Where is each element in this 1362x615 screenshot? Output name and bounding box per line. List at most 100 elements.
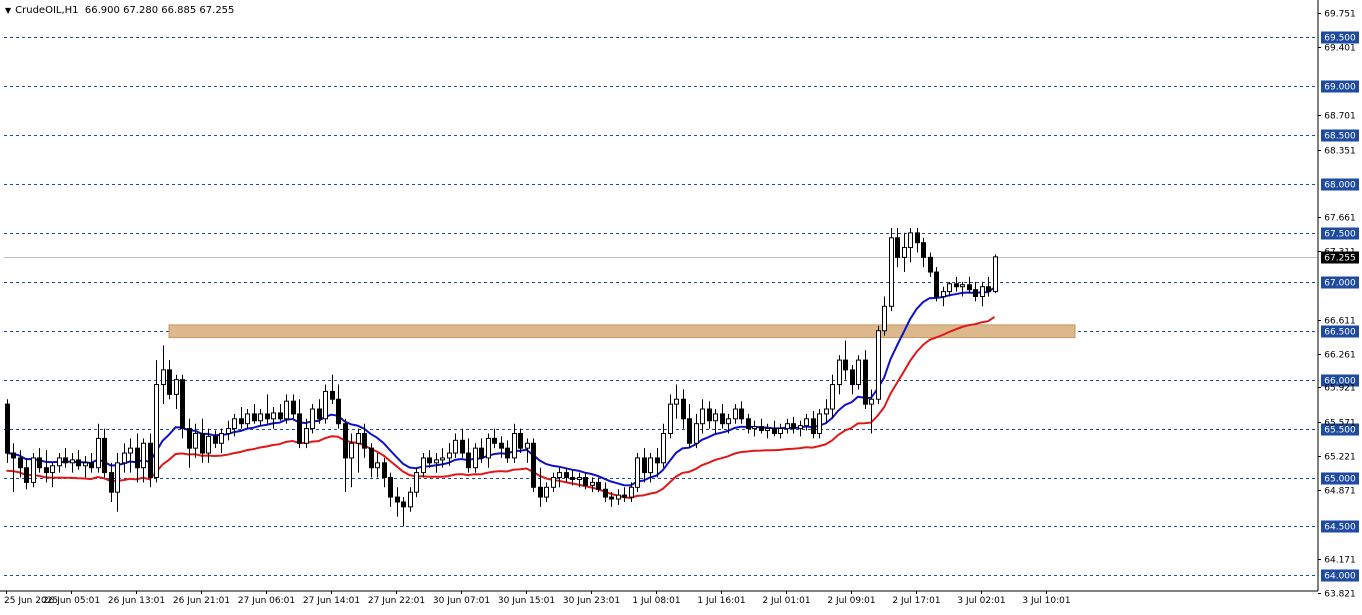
candle-body-bear (921, 242, 926, 258)
candle-body-bear (538, 486, 543, 498)
candle-body-bear (772, 428, 777, 434)
candle-body-bear (681, 398, 686, 420)
price-tick-label: 69.401 (1324, 44, 1356, 54)
candle-body-bear (343, 423, 348, 459)
candle-body-bear (707, 408, 712, 422)
candle-body-bull (785, 423, 790, 430)
price-tick-label: 65.921 (1324, 384, 1356, 394)
candle-body-bull (798, 425, 803, 430)
time-tick-label: 26 Jun 21:01 (173, 596, 230, 606)
candle-body-bull (837, 359, 842, 386)
candle-body-bear (505, 447, 510, 459)
candle-body-bear (89, 462, 94, 469)
time-tick-label: 2 Jul 09:01 (827, 596, 875, 606)
candle-body-bull (128, 447, 133, 454)
price-tick-label: 64.871 (1324, 487, 1356, 497)
level-label: 67.000 (1324, 279, 1356, 289)
candle-body-bear (791, 423, 796, 430)
candle-body-bull (349, 442, 354, 459)
candle-body-bear (986, 286, 991, 293)
candle-body-bear (317, 408, 322, 420)
candle-body-bull (902, 247, 907, 258)
candle-body-bull (694, 423, 699, 444)
candle-body-bull (577, 477, 582, 480)
candle-body-bear (167, 369, 172, 395)
candle-body-bull (733, 408, 738, 420)
candle-body-bull (310, 408, 315, 430)
candle-body-bear (37, 457, 42, 469)
ohlc-label: 66.900 67.280 66.885 67.255 (84, 5, 235, 16)
price-tick-label: 65.221 (1324, 453, 1356, 463)
level-label: 64.000 (1324, 572, 1356, 582)
price-tick-label: 68.701 (1324, 112, 1356, 122)
candle-body-bear (934, 271, 939, 297)
candle-body-bear (531, 442, 536, 488)
candle-body-bear (622, 494, 627, 498)
candle-body-bull (512, 432, 517, 459)
candle-body-bull (700, 408, 705, 425)
time-tick-label: 27 Jun 14:01 (303, 596, 360, 606)
candle-body-bull (648, 457, 653, 474)
candle-body-bull (421, 457, 426, 474)
candle-body-bull (154, 384, 159, 479)
candle-body-bull (960, 284, 965, 288)
candle-body-bull (115, 462, 120, 493)
candle-body-bull (661, 432, 666, 464)
candle-body-bull (473, 447, 478, 469)
candle-body-bear (187, 428, 192, 449)
time-tick-label: 26 Jun 05:01 (43, 596, 100, 606)
candle-body-bear (180, 379, 185, 430)
candle-body-bull (824, 408, 829, 415)
candle-body-bull (993, 256, 998, 293)
candle-body-bull (375, 462, 380, 469)
candle-body-bull (232, 418, 237, 430)
candle-body-bear (499, 442, 504, 449)
candle-body-bull (765, 428, 770, 432)
candle-body-bear (967, 284, 972, 291)
candle-body-bull (544, 486, 549, 498)
candle-body-bear (564, 472, 569, 479)
candle-body-bear (388, 477, 393, 498)
candle-body-bull (817, 413, 822, 434)
symbol-label: CrudeOIL,H1 (15, 5, 79, 16)
candle-body-bear (739, 408, 744, 420)
candle-body-bull (206, 435, 211, 454)
candle-body-bull (668, 403, 673, 434)
time-tick-label: 2 Jul 01:01 (762, 596, 810, 606)
candle-body-bear (252, 413, 257, 422)
level-label: 68.000 (1324, 181, 1356, 191)
candle-body-bear (239, 418, 244, 425)
dropdown-triangle-icon[interactable]: ▼ (5, 6, 11, 15)
level-label: 67.500 (1324, 230, 1356, 240)
candle-body-bear (811, 418, 816, 434)
candle-body-bear (655, 457, 660, 464)
candle-body-bull (486, 437, 491, 459)
candle-body-bull (271, 412, 276, 420)
candle-body-bull (70, 459, 75, 464)
candle-body-bull (440, 457, 445, 461)
candle-body-bull (941, 291, 946, 297)
candle-body-bear (850, 369, 855, 386)
time-tick-label: 1 Jul 08:01 (632, 596, 680, 606)
candle-body-bear (466, 452, 471, 469)
candle-body-bull (161, 369, 166, 386)
candle-body-bull (83, 462, 88, 467)
candle-body-bear (973, 289, 978, 297)
candle-body-bull (674, 398, 679, 405)
candle-body-bear (369, 447, 374, 469)
time-tick-label: 27 Jun 06:01 (238, 596, 295, 606)
candle-body-bull (193, 432, 198, 449)
candle-body-bull (356, 432, 361, 444)
level-label: 65.000 (1324, 475, 1356, 485)
candle-body-bear (720, 413, 725, 425)
candle-body-bull (57, 457, 62, 467)
candle-body-bull (525, 442, 530, 449)
time-tick-label: 2 Jul 17:01 (892, 596, 940, 606)
level-label: 66.500 (1324, 328, 1356, 338)
candle-body-bull (876, 330, 881, 400)
price-chart[interactable]: 69.500 69.000 68.500 68.000 67.500 67.000 66.5… (0, 0, 1362, 611)
candle-body-bear (427, 457, 432, 464)
candle-body-bear (11, 452, 16, 459)
time-tick-label: 27 Jun 22:01 (368, 596, 425, 606)
candle-body-bear (460, 439, 465, 454)
